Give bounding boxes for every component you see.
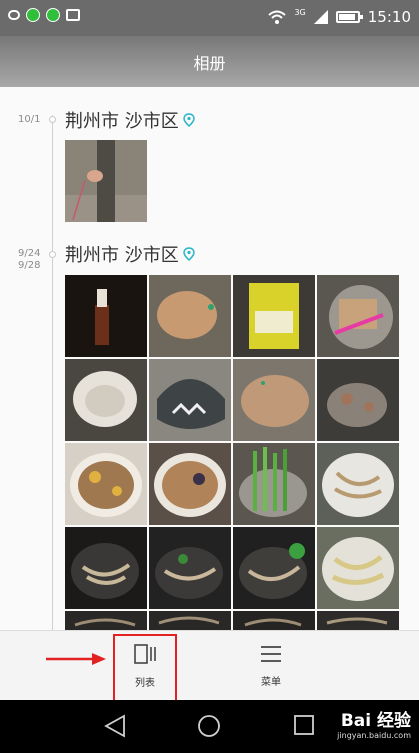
photo-thumbnail[interactable] [65, 443, 147, 525]
timeline-dot [49, 116, 56, 123]
group-location[interactable]: 荆州市 沙市区 [65, 107, 195, 133]
timeline-dot [49, 251, 56, 258]
watermark-url: jingyan.baidu.com [337, 731, 411, 740]
photo-thumbnail[interactable] [65, 275, 147, 357]
photo-timeline[interactable]: 10/1 荆州市 沙市区 9/24 9/28 荆州市 沙市区 [0, 87, 419, 630]
photo-thumbnail[interactable] [149, 611, 231, 630]
annotation-arrow-icon [46, 653, 106, 665]
annotation-highlight-box [113, 634, 177, 702]
battery-icon [335, 11, 363, 23]
photo-thumbnail[interactable] [65, 527, 147, 609]
watermark: Bai 经验 jingyan.baidu.com [337, 706, 411, 740]
photo-thumbnail[interactable] [317, 611, 399, 630]
menu-icon [261, 645, 281, 662]
clock: 15:10 [367, 8, 411, 26]
image-icon [66, 9, 80, 21]
menu-label: 菜单 [261, 676, 281, 688]
photo-thumbnail[interactable] [65, 611, 147, 630]
photo-thumbnail[interactable] [233, 359, 315, 441]
group-location[interactable]: 荆州市 沙市区 [65, 241, 195, 267]
wifi-icon [268, 10, 287, 24]
photo-thumbnail[interactable] [149, 443, 231, 525]
page-title: 相册 [193, 53, 226, 73]
group-date: 10/1 [18, 114, 41, 125]
group-date-end: 9/28 [18, 260, 41, 271]
network-type: 3G [294, 7, 306, 17]
wechat-icon [46, 8, 60, 22]
location-pin-icon [182, 113, 195, 127]
location-label: 荆州市 沙市区 [65, 245, 179, 266]
photo-thumbnail[interactable] [149, 275, 231, 357]
photo-thumbnail[interactable] [317, 443, 399, 525]
location-label: 荆州市 沙市区 [65, 111, 179, 132]
photo-thumbnail[interactable] [65, 359, 147, 441]
photo-thumbnail[interactable] [65, 140, 147, 222]
photo-thumbnail[interactable] [149, 359, 231, 441]
photo-thumbnail[interactable] [233, 275, 315, 357]
photo-thumbnail[interactable] [233, 443, 315, 525]
wechat-icon [26, 8, 40, 22]
photo-thumbnail[interactable] [317, 275, 399, 357]
photo-thumbnail[interactable] [233, 611, 315, 630]
location-pin-icon [182, 247, 195, 261]
watermark-brand: Bai 经验 [340, 711, 411, 731]
status-bar: 3G 15:10 [0, 0, 419, 36]
group-date-start: 9/24 [18, 248, 41, 259]
title-bar: 相册 [0, 36, 419, 87]
photo-thumbnail[interactable] [317, 527, 399, 609]
back-icon[interactable] [104, 714, 126, 738]
signal-icon [313, 10, 328, 24]
navigation-bar: Bai 经验 jingyan.baidu.com [0, 700, 419, 753]
photo-thumbnail[interactable] [233, 527, 315, 609]
timeline-line [52, 115, 53, 630]
photo-thumbnail[interactable] [317, 359, 399, 441]
menu-button[interactable]: 菜单 [239, 631, 303, 701]
chat-bubble-icon [8, 10, 20, 20]
photo-thumbnail[interactable] [149, 527, 231, 609]
home-icon[interactable] [197, 714, 221, 738]
recent-apps-icon[interactable] [293, 714, 315, 736]
